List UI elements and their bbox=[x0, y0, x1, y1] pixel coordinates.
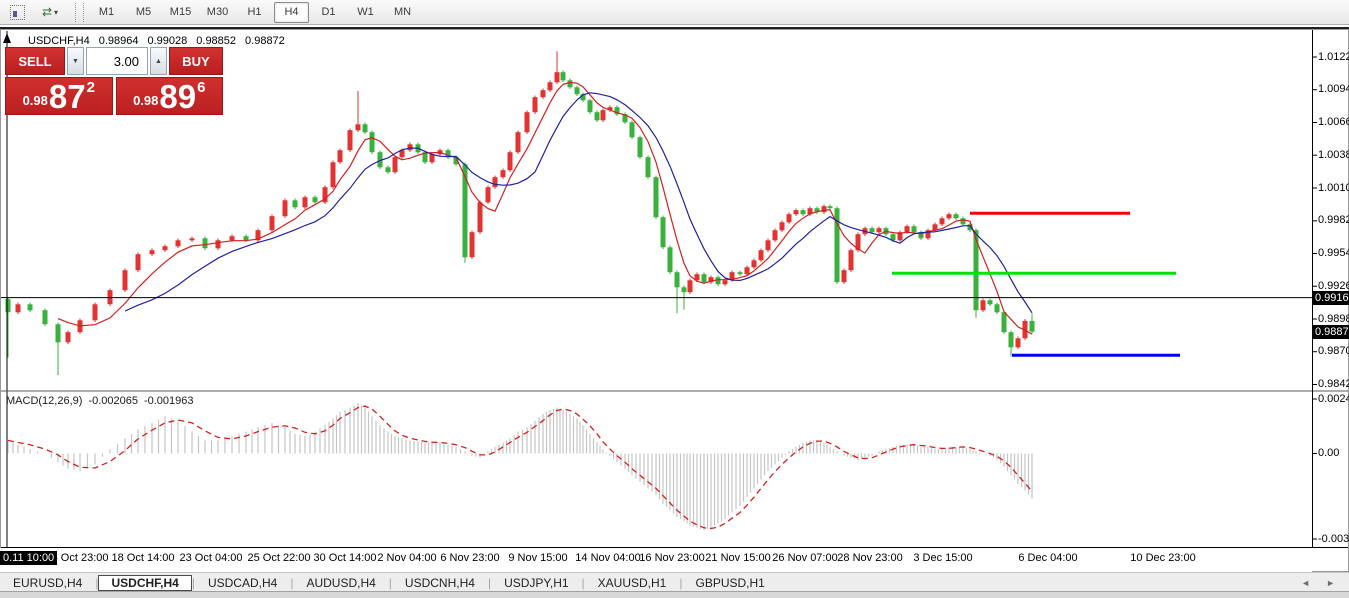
volume-increase-button[interactable]: ▲ bbox=[150, 47, 167, 75]
time-axis-label: 26 Nov 07:00 bbox=[772, 552, 838, 564]
timeframe-button-w1[interactable]: W1 bbox=[348, 2, 383, 23]
ma-fast-line bbox=[57, 81, 1033, 335]
tab-eurusd-h4[interactable]: EURUSD,H4 bbox=[0, 575, 95, 591]
macd-histogram bbox=[7, 403, 1033, 530]
time-axis-label: 21 Nov 15:00 bbox=[705, 552, 771, 564]
crosshair-time-badge: 0.11 10:00 bbox=[0, 551, 58, 565]
time-axis-label: 23 Oct 04:00 bbox=[179, 552, 243, 564]
tab-usdjpy-h1[interactable]: USDJPY,H1 bbox=[491, 575, 581, 591]
tab-scroll-right-icon[interactable]: ► bbox=[1326, 578, 1335, 588]
time-axis-label: 28 Nov 23:00 bbox=[837, 552, 903, 564]
tab-usdcnh-h4[interactable]: USDCNH,H4 bbox=[392, 575, 488, 591]
dropdown-caret-icon: ▾ bbox=[54, 7, 59, 17]
time-axis-label: 14 Nov 04:00 bbox=[575, 552, 641, 564]
time-axis-label: 30 Oct 14:00 bbox=[313, 552, 377, 564]
time-axis: 0.11 10:00 8 15 Oct 23:0018 Oct 14:0023 … bbox=[0, 548, 1312, 572]
time-axis-label: 16 Nov 23:00 bbox=[639, 552, 705, 564]
timeframe-button-m30[interactable]: M30 bbox=[200, 2, 235, 23]
price-axis-label: 0.98420 bbox=[1318, 378, 1349, 390]
sell-quote-button[interactable]: 0.98 87 2 bbox=[5, 77, 113, 115]
price-axis-label: 1.01220 bbox=[1318, 50, 1349, 63]
time-axis-label: 6 Nov 23:00 bbox=[440, 552, 500, 564]
macd-axis-zero-label: 0.00 bbox=[1318, 446, 1340, 459]
macd-signal-value: -0.001963 bbox=[143, 395, 194, 407]
cycle-arrows-icon: ⇄ bbox=[41, 5, 53, 19]
time-axis-label: 18 Oct 14:00 bbox=[111, 552, 175, 564]
buy-quote-button[interactable]: 0.98 89 6 bbox=[115, 77, 223, 115]
volume-decrease-button[interactable]: ▼ bbox=[67, 47, 84, 75]
timeframe-button-d1[interactable]: D1 bbox=[311, 2, 346, 23]
price-axis-label: 0.98700 bbox=[1318, 345, 1349, 358]
ohlc-close: 0.98872 bbox=[245, 35, 285, 47]
buy-price-big: 89 bbox=[159, 77, 197, 115]
timeframe-button-group: M1 M5 M15 M30 H1 H4 D1 W1 MN bbox=[89, 1, 420, 23]
price-axis-label: 1.00660 bbox=[1318, 116, 1349, 128]
tab-audusd-h4[interactable]: AUDUSD,H4 bbox=[293, 575, 388, 591]
crosshair-price-badge: 0.99163 bbox=[1313, 290, 1349, 305]
macd-value: -0.002065 bbox=[88, 395, 138, 407]
ma-slow-line bbox=[124, 92, 1033, 314]
time-axis-label: 3 Dec 15:00 bbox=[913, 552, 973, 564]
tab-usdcad-h4[interactable]: USDCAD,H4 bbox=[195, 575, 290, 591]
timeframe-button-h4[interactable]: H4 bbox=[274, 1, 309, 23]
time-axis-label: 25 Oct 22:00 bbox=[247, 552, 311, 564]
chart-tab-bar: EURUSD,H4 | USDCHF,H4 | USDCAD,H4 | AUDUSD,H4 |… bbox=[0, 572, 1349, 592]
ohlc-high: 0.99028 bbox=[147, 35, 188, 47]
sell-price-prefix: 0.98 bbox=[22, 93, 48, 108]
tab-gbpusd-h1[interactable]: GBPUSD,H1 bbox=[682, 575, 777, 591]
time-axis-label: 6 Dec 04:00 bbox=[1018, 552, 1078, 564]
time-axis-label: 10 Dec 23:00 bbox=[1130, 552, 1196, 564]
price-axis-label: 1.00380 bbox=[1318, 148, 1349, 161]
time-axis-label: 2 Nov 04:00 bbox=[377, 552, 437, 564]
tab-xauusd-h1[interactable]: XAUUSD,H1 bbox=[585, 575, 680, 591]
macd-axis-min-label: -0.003913 bbox=[1318, 532, 1349, 545]
timeframe-button-m5[interactable]: M5 bbox=[126, 2, 161, 23]
macd-indicator-label: MACD(12,26,9) -0.002065 -0.001963 bbox=[6, 395, 194, 407]
sell-button[interactable]: SELL bbox=[5, 47, 65, 75]
ohlc-open: 0.98964 bbox=[98, 35, 139, 47]
ohlc-low: 0.98852 bbox=[196, 35, 237, 47]
chart-window: USDCHF,H4 0.98964 0.99028 0.98852 0.9887… bbox=[0, 27, 1349, 572]
tab-scroll-left-icon[interactable]: ◄ bbox=[1301, 578, 1310, 588]
chart-template-icon[interactable] bbox=[4, 2, 30, 23]
sell-price-big: 87 bbox=[48, 77, 86, 115]
timeframe-button-h1[interactable]: H1 bbox=[237, 2, 272, 23]
status-bar bbox=[0, 591, 1349, 598]
bid-price-badge: 0.98872 bbox=[1313, 324, 1349, 339]
buy-price-sup: 6 bbox=[197, 79, 206, 96]
toolbar: ⇄ ▾ M1 M5 M15 M30 H1 H4 D1 W1 MN bbox=[0, 0, 1349, 25]
timeframe-button-mn[interactable]: MN bbox=[385, 2, 420, 23]
buy-button[interactable]: BUY bbox=[169, 47, 223, 75]
chart-shift-marker bbox=[3, 33, 11, 43]
symbol-cycle-button[interactable]: ⇄ ▾ bbox=[30, 2, 70, 23]
macd-name: MACD(12,26,9) bbox=[6, 395, 83, 407]
chart-title: USDCHF,H4 0.98964 0.99028 0.98852 0.9887… bbox=[28, 35, 285, 47]
time-axis-label: 9 Nov 15:00 bbox=[508, 552, 568, 564]
toolbar-separator bbox=[75, 2, 84, 22]
volume-input[interactable]: 3.00 bbox=[86, 47, 148, 75]
timeframe-button-m1[interactable]: M1 bbox=[89, 2, 124, 23]
timeframe-button-m15[interactable]: M15 bbox=[163, 2, 198, 23]
buy-price-prefix: 0.98 bbox=[133, 93, 159, 108]
macd-axis-max-label: 0.002492 bbox=[1318, 392, 1349, 405]
price-axis-label: 1.00940 bbox=[1318, 83, 1349, 96]
chart-symbol-label: USDCHF,H4 bbox=[28, 35, 90, 47]
price-axis-label: 0.99820 bbox=[1318, 214, 1349, 227]
one-click-trading-panel: SELL ▼ 3.00 ▲ BUY 0.98 87 2 0.98 89 6 bbox=[5, 47, 223, 115]
macd-signal-line bbox=[7, 405, 1033, 530]
sell-price-sup: 2 bbox=[86, 79, 95, 96]
tab-usdchf-h4[interactable]: USDCHF,H4 bbox=[98, 574, 192, 591]
price-axis-label: 0.99540 bbox=[1318, 247, 1349, 259]
price-axis-label: 0.98980 bbox=[1318, 312, 1349, 325]
price-axis-label: 1.00100 bbox=[1318, 181, 1349, 194]
